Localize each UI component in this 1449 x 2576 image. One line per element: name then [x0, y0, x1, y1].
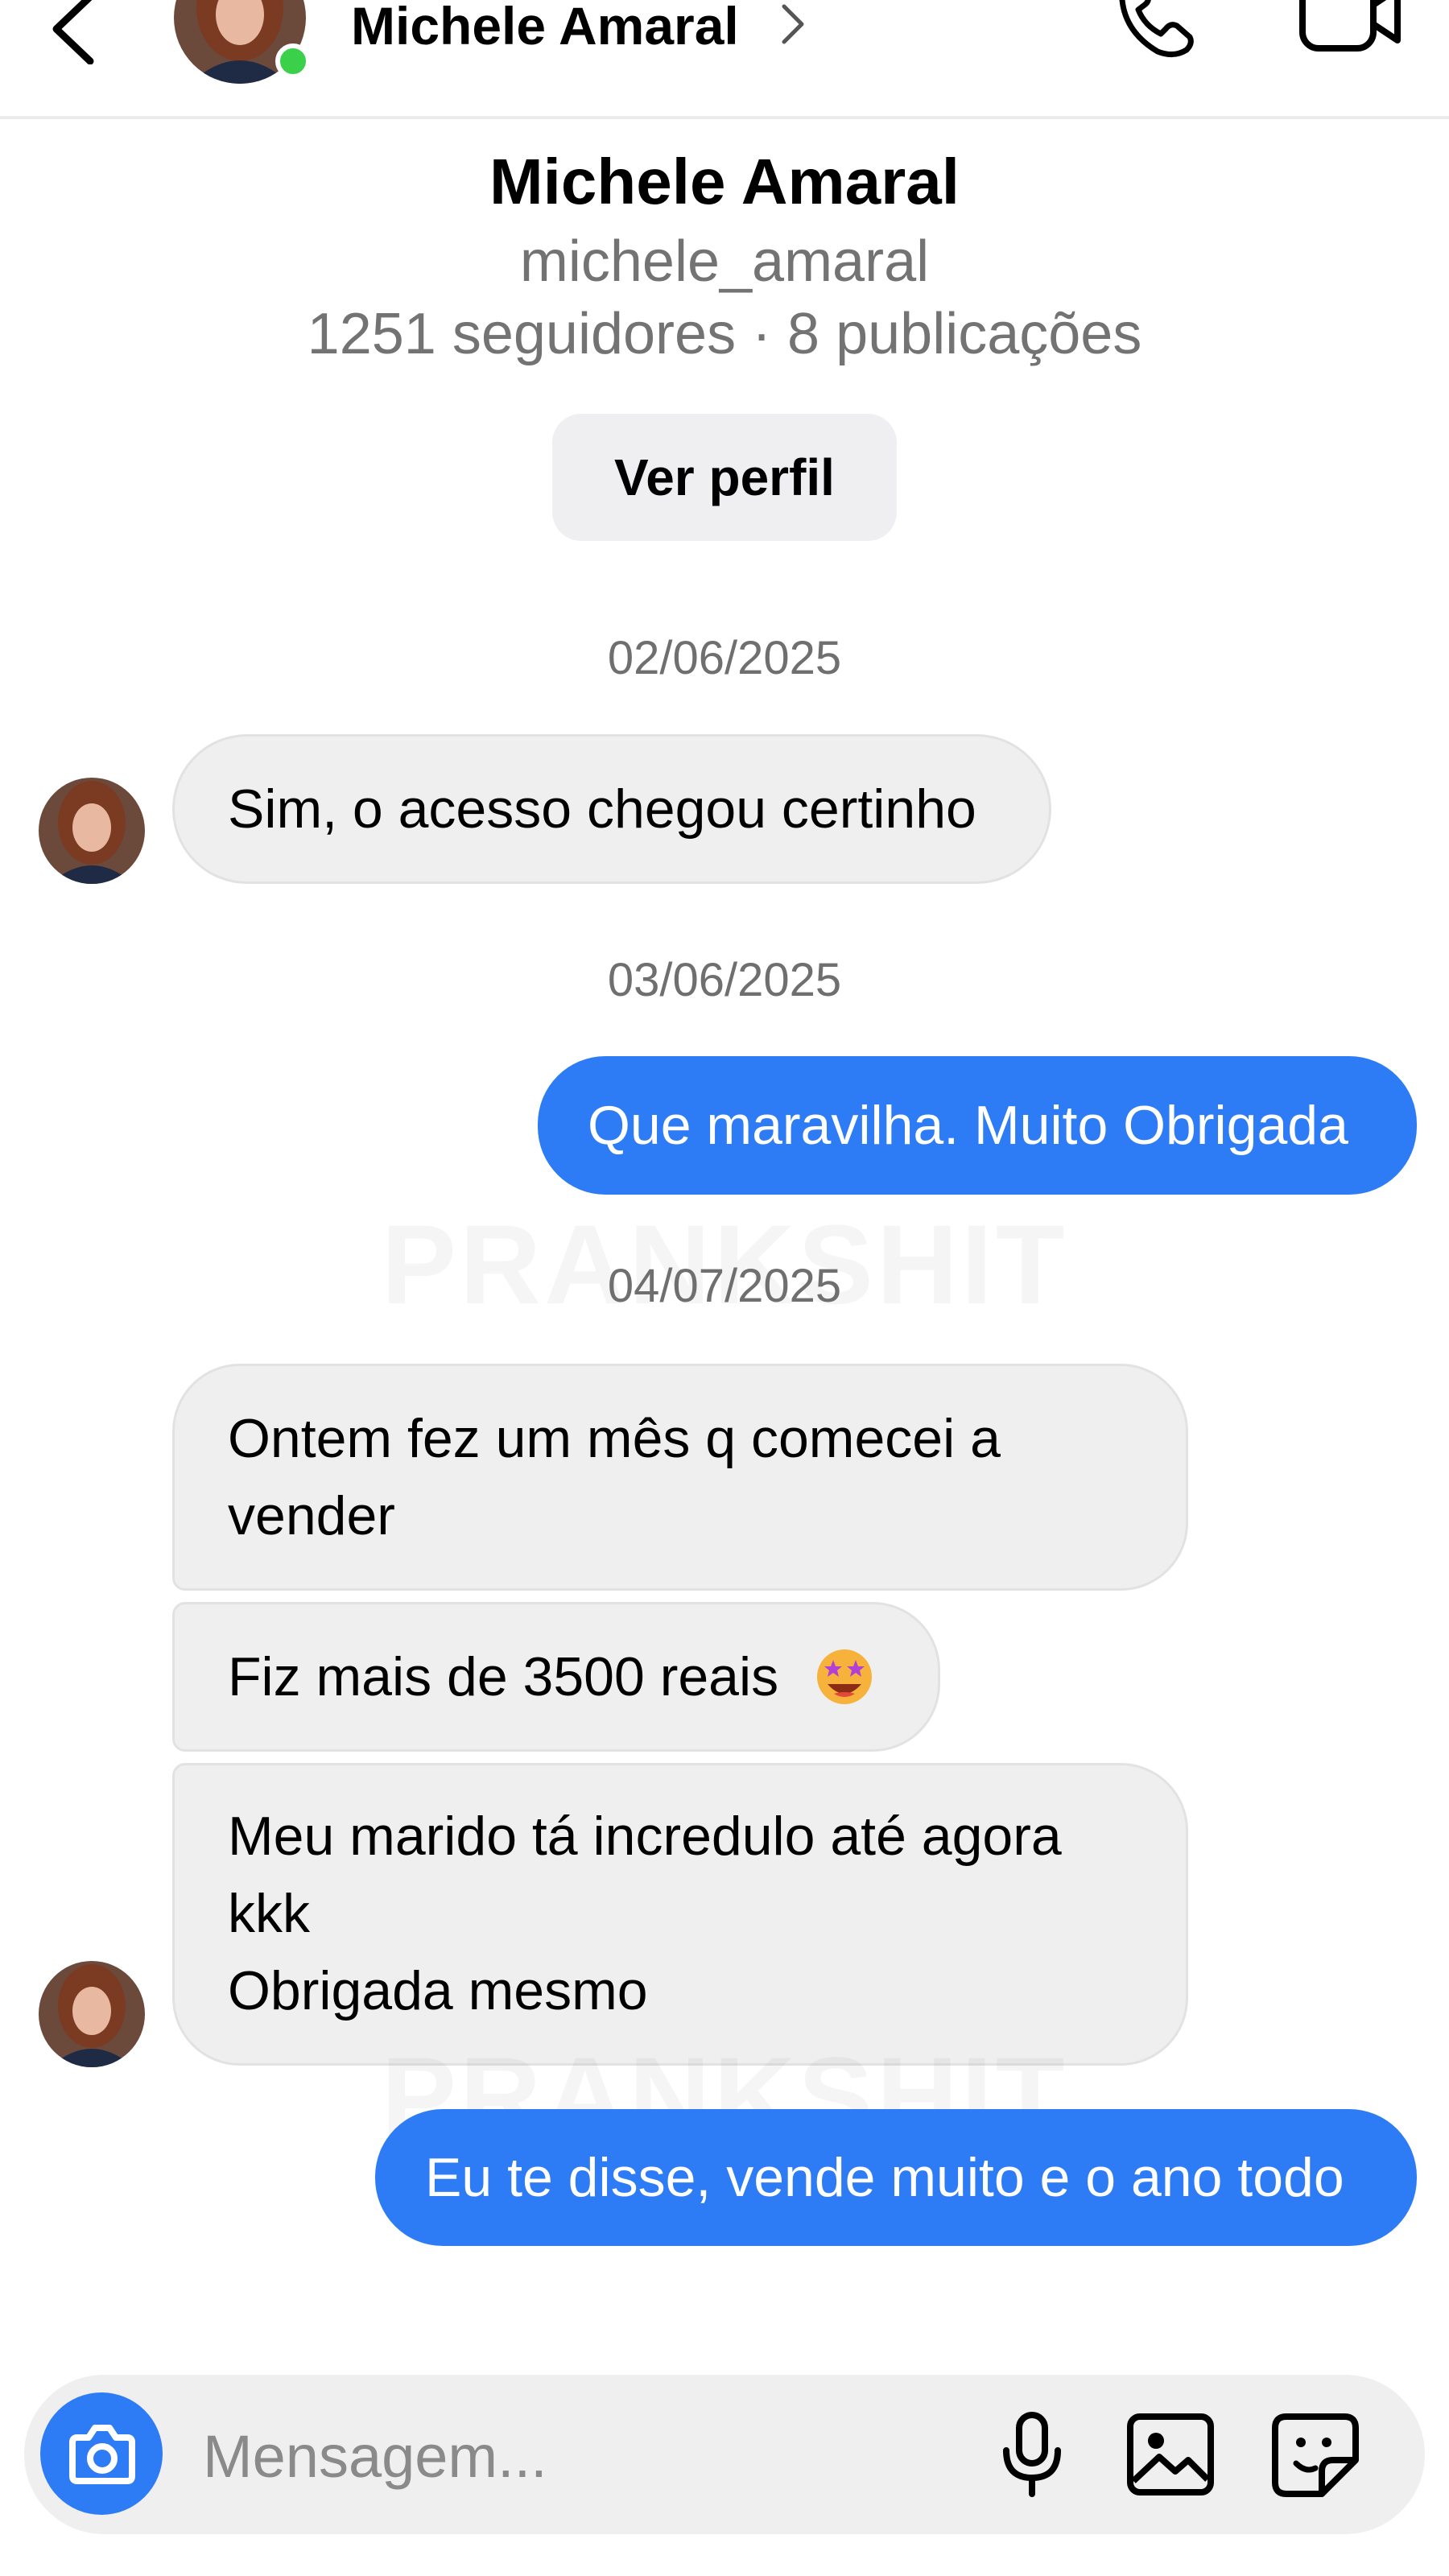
message-text: Fiz mais de 3500 reais [228, 1646, 779, 1707]
chevron-right-icon[interactable] [779, 0, 807, 48]
image-icon[interactable] [1124, 2410, 1217, 2499]
incoming-message[interactable]: Meu marido tá incredulo até agora kkk Ob… [172, 1763, 1188, 2066]
message-line: Ontem fez um mês q comecei a [228, 1408, 1001, 1469]
incoming-message[interactable]: Ontem fez um mês q comecei a vender [172, 1364, 1188, 1591]
date-separator: 03/06/2025 [607, 954, 842, 1006]
message-line: Obrigada mesmo [228, 1960, 648, 2021]
profile-stats: 1251 seguidores · 8 publicações [307, 302, 1142, 366]
camera-icon [69, 2425, 135, 2484]
date-separator: 02/06/2025 [607, 632, 842, 684]
incoming-message[interactable]: Sim, o acesso chegou certinho [172, 734, 1051, 884]
online-status-dot [275, 43, 311, 79]
avatar-photo [39, 778, 145, 884]
message-input[interactable] [201, 2407, 929, 2505]
outgoing-message[interactable]: Eu te disse, vende muito e o ano todo [375, 2109, 1417, 2246]
chevron-left-icon [52, 0, 94, 65]
incoming-message[interactable]: Fiz mais de 3500 reais [172, 1602, 940, 1752]
microphone-icon[interactable] [992, 2410, 1072, 2499]
message-line: Meu marido tá incredulo até agora [228, 1806, 1062, 1867]
profile-name: Michele Amaral [489, 146, 960, 217]
star-struck-emoji [815, 1616, 874, 1704]
sender-avatar[interactable] [39, 778, 145, 884]
profile-username: michele_amaral [519, 229, 930, 294]
outgoing-message[interactable]: Que maravilha. Muito Obrigada [538, 1056, 1417, 1195]
video-camera-icon[interactable] [1288, 0, 1409, 64]
view-profile-button[interactable]: Ver perfil [552, 414, 897, 541]
sticker-icon[interactable] [1269, 2410, 1362, 2499]
date-separator: 04/07/2025 [607, 1260, 842, 1312]
camera-button[interactable] [40, 2392, 163, 2515]
header-contact-name[interactable]: Michele Amaral [351, 0, 739, 56]
phone-icon[interactable] [1109, 0, 1206, 64]
back-button[interactable] [45, 0, 101, 65]
message-line: kkk [228, 1883, 310, 1944]
message-line: vender [228, 1485, 395, 1546]
